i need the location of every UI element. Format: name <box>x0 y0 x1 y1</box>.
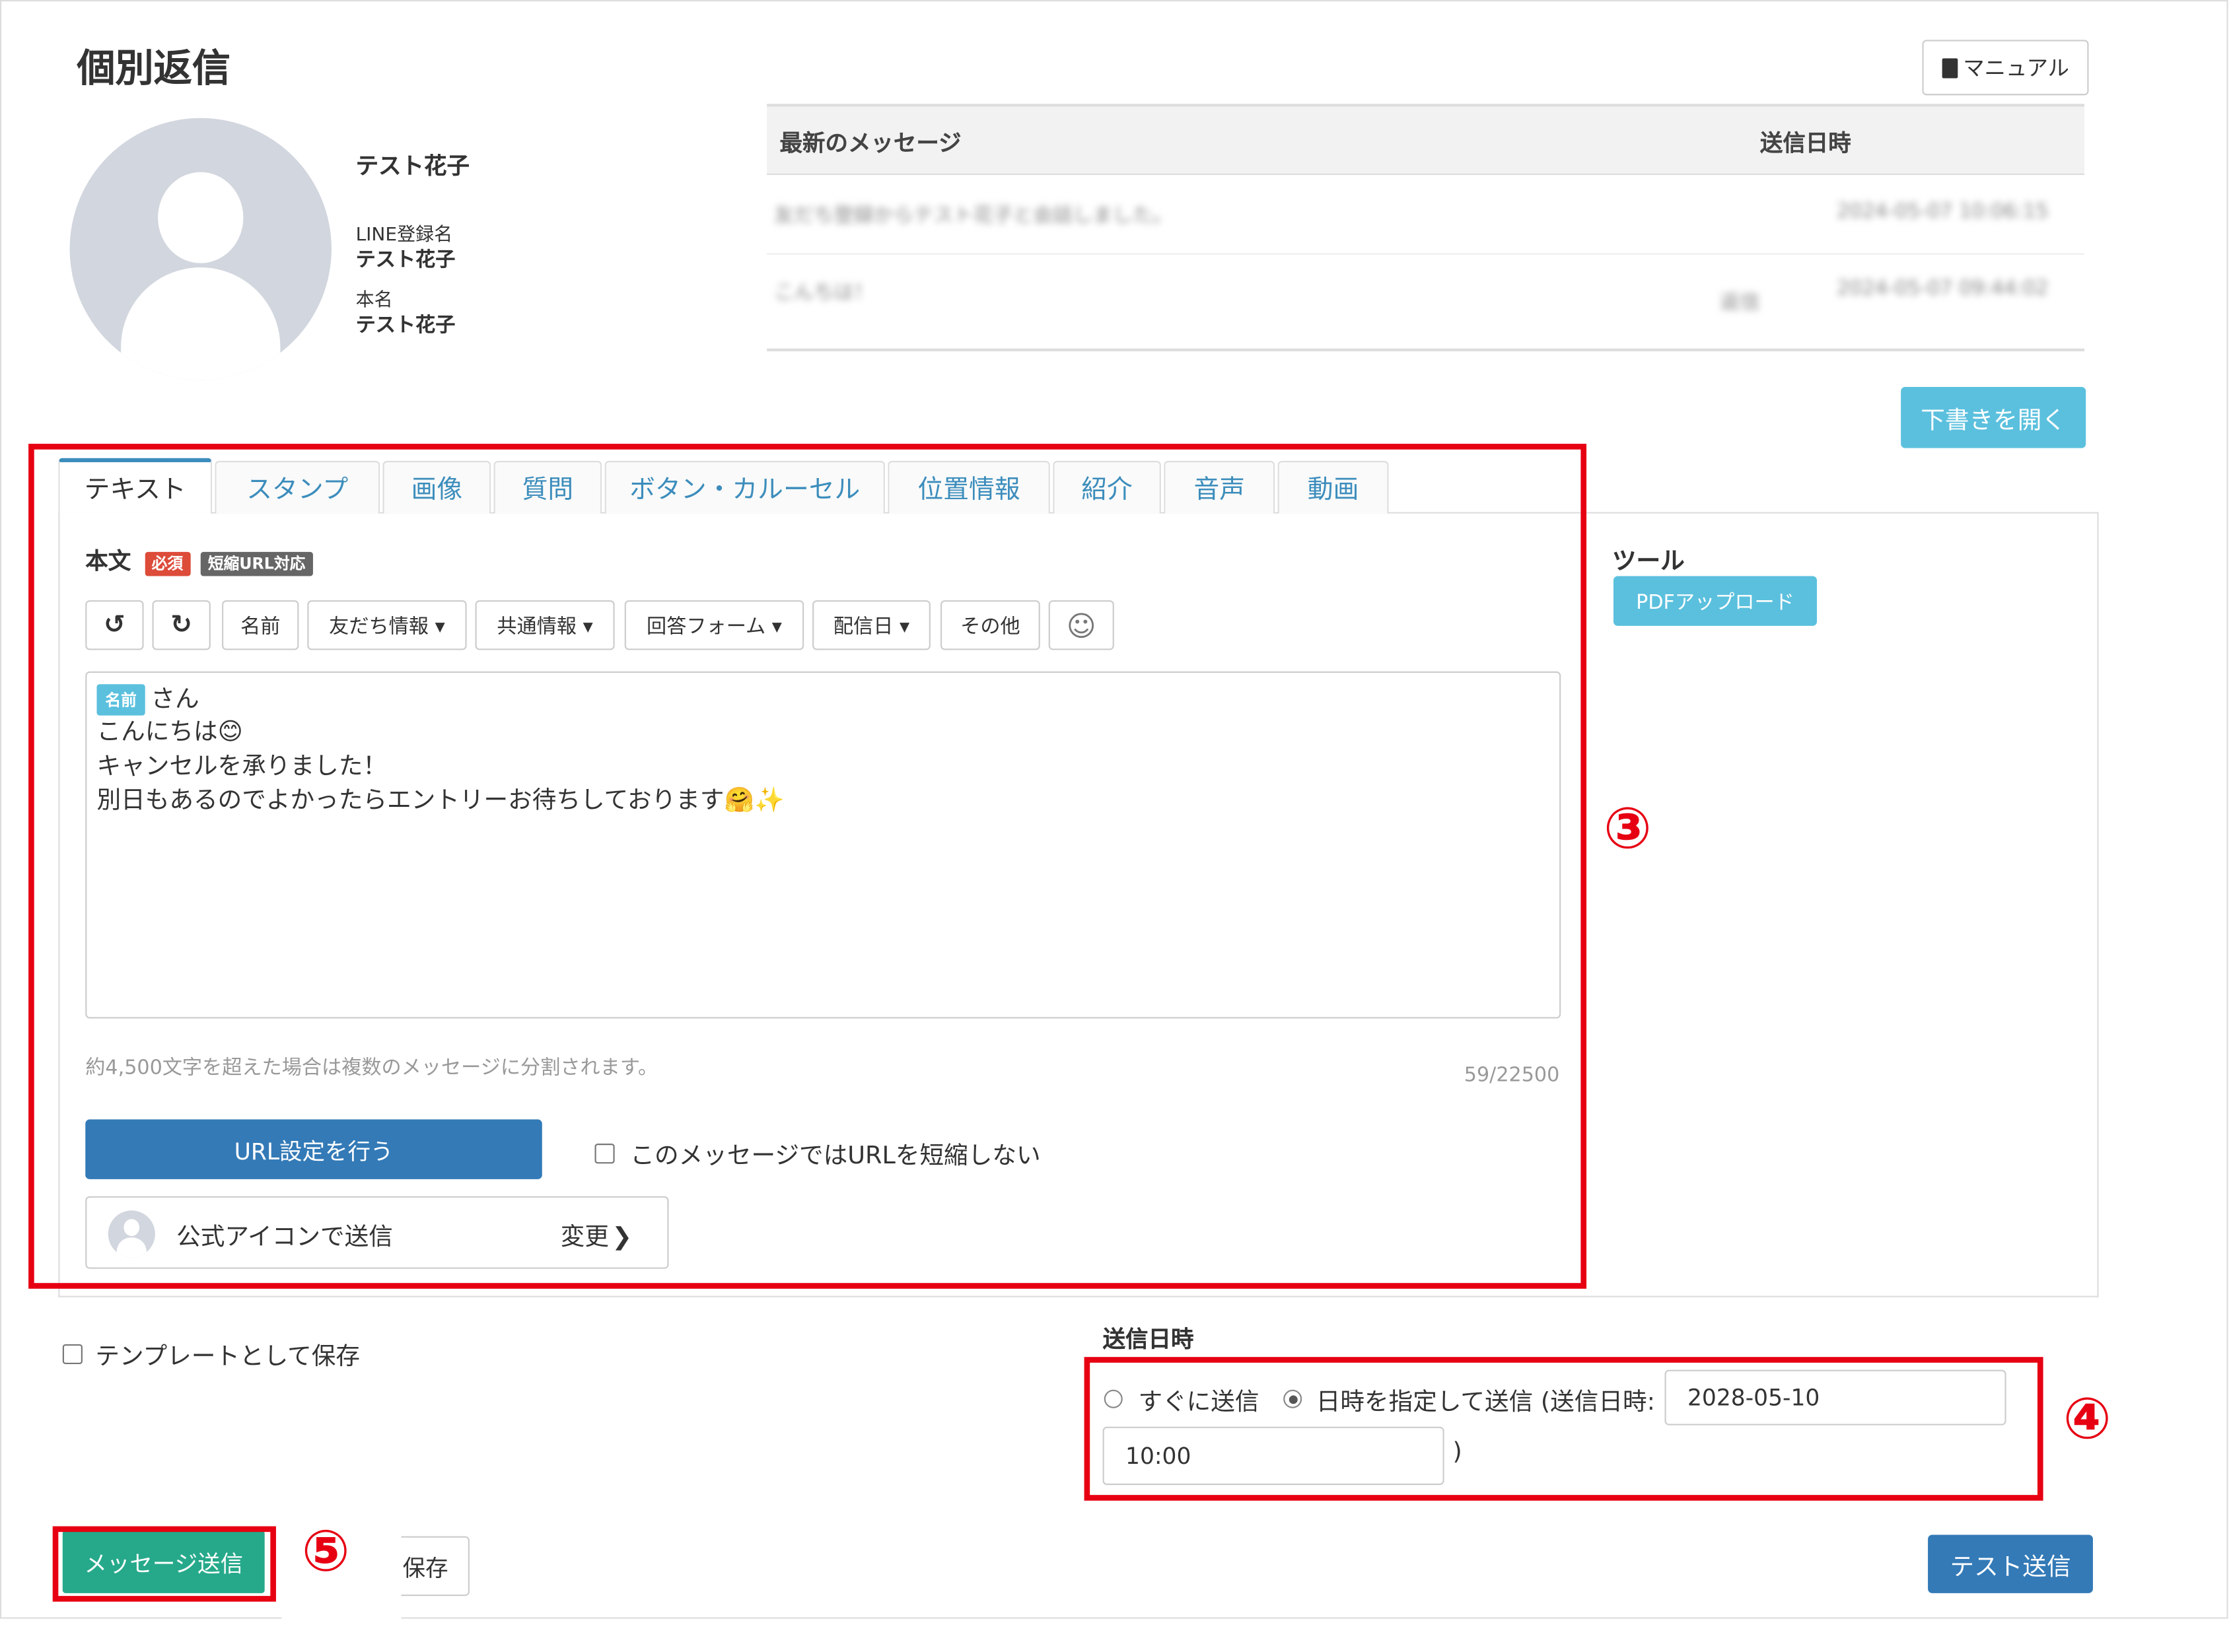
annotation-box-3 <box>28 444 1587 1289</box>
tools-heading: ツール <box>1611 547 1685 576</box>
test-send-button[interactable]: テスト送信 <box>1928 1534 2093 1593</box>
real-name-value: テスト花子 <box>355 314 456 337</box>
message-text: 友だち登録からテスト花子と会話しました。 <box>773 205 1173 228</box>
pdf-upload-button[interactable]: PDFアップロード <box>1613 576 1818 626</box>
header-message: 最新のメッセージ <box>779 129 962 156</box>
recent-messages-table: 最新のメッセージ 送信日時 友だち登録からテスト花子と会話しました。 2024-… <box>767 104 2085 352</box>
book-icon <box>1942 57 1958 78</box>
line-name-label: LINE登録名 <box>355 224 453 246</box>
table-row[interactable]: こんちは！ 返信 2024-05-07 09:44:02 <box>767 256 2084 345</box>
message-datetime: 2024-05-07 10:06:15 <box>1837 200 2049 224</box>
avatar-body <box>121 267 281 380</box>
annotation-box-4 <box>1084 1357 2043 1501</box>
annotation-number-5: ⑤ <box>301 1519 350 1585</box>
message-text: こんちは！ <box>773 281 874 305</box>
table-header: 最新のメッセージ 送信日時 <box>767 106 2085 175</box>
schedule-heading: 送信日時 <box>1102 1325 1194 1353</box>
header-datetime: 送信日時 <box>1759 129 1851 156</box>
real-name-label: 本名 <box>355 290 393 312</box>
annotation-number-3: ③ <box>1603 796 1652 862</box>
message-tag: 返信 <box>1720 291 1760 315</box>
annotation-number-4: ④ <box>2063 1387 2111 1453</box>
message-datetime: 2024-05-07 09:44:02 <box>1837 277 2049 300</box>
template-save-checkbox[interactable] <box>62 1344 83 1364</box>
manual-label: マニュアル <box>1963 55 2069 81</box>
profile-display-name: テスト花子 <box>355 152 470 180</box>
annotation-box-5 <box>52 1526 276 1602</box>
avatar-head <box>158 172 244 263</box>
open-draft-button[interactable]: 下書きを開く <box>1901 386 2086 448</box>
manual-button[interactable]: マニュアル <box>1922 40 2089 96</box>
table-row[interactable]: 友だち登録からテスト花子と会話しました。 2024-05-07 10:06:15 <box>767 175 2085 255</box>
template-save-label: テンプレートとして保存 <box>95 1342 361 1371</box>
line-name-value: テスト花子 <box>355 249 456 272</box>
page-title: 個別返信 <box>77 47 230 91</box>
avatar <box>69 118 332 380</box>
